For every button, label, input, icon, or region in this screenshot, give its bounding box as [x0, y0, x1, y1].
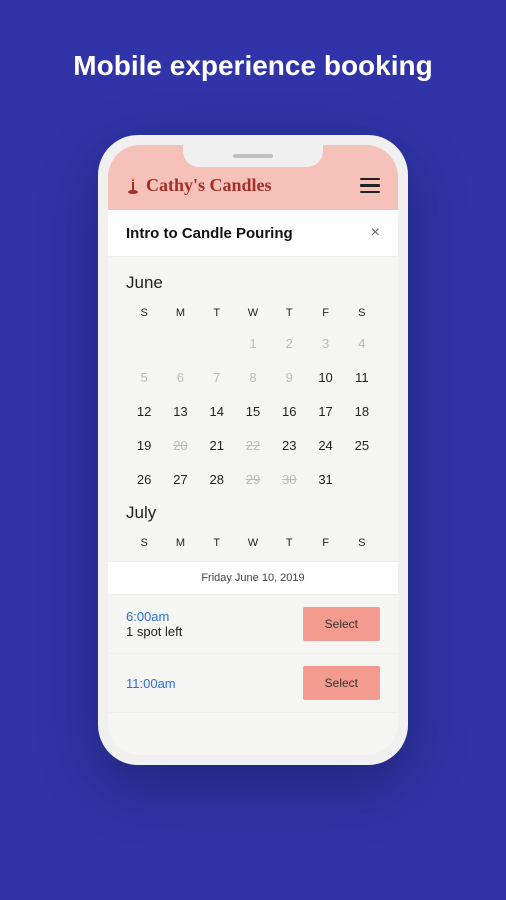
calendar-day[interactable]: 5 [126, 365, 162, 389]
calendar-day[interactable]: 19 [126, 433, 162, 457]
calendar-day[interactable]: 25 [344, 433, 380, 457]
brand-logo[interactable]: Cathy's Candles [126, 175, 272, 196]
calendar-day[interactable]: 4 [344, 331, 380, 355]
calendar-day[interactable]: 26 [126, 467, 162, 491]
day-of-week-label: W [235, 537, 271, 549]
calendar-day[interactable]: 21 [199, 433, 235, 457]
calendar-day[interactable]: 6 [162, 365, 198, 389]
selected-date-banner: Friday June 10, 2019 [108, 561, 398, 595]
slot-time: 6:00am [126, 609, 182, 624]
close-icon[interactable]: × [371, 224, 380, 242]
calendar-day[interactable]: 23 [271, 433, 307, 457]
calendar-day[interactable]: 14 [199, 399, 235, 423]
calendar-week: 1234 [126, 331, 380, 355]
day-of-week-label: S [126, 307, 162, 319]
month-label-june: June [126, 273, 380, 293]
calendar-day[interactable]: 27 [162, 467, 198, 491]
calendar-day[interactable]: 24 [307, 433, 343, 457]
calendar-july: SMTWTFS [126, 537, 380, 549]
calendar-day[interactable]: 12 [126, 399, 162, 423]
page-title: Mobile experience booking [0, 0, 506, 82]
slot-info: 11:00am [126, 676, 176, 691]
time-slot: 11:00am Select [108, 654, 398, 713]
day-of-week-header: SMTWTFS [126, 307, 380, 319]
calendar-day [162, 331, 198, 355]
calendar-day[interactable]: 28 [199, 467, 235, 491]
day-of-week-label: S [344, 537, 380, 549]
calendar-day[interactable]: 9 [271, 365, 307, 389]
calendar-day[interactable]: 10 [307, 365, 343, 389]
day-of-week-label: T [271, 537, 307, 549]
calendar-week: 19202122232425 [126, 433, 380, 457]
slot-availability: 1 spot left [126, 624, 182, 639]
calendar-day[interactable]: 29 [235, 467, 271, 491]
select-button[interactable]: Select [303, 666, 380, 700]
month-label-july: July [126, 503, 380, 523]
calendar-day [344, 467, 380, 491]
calendar-day [199, 331, 235, 355]
phone-mockup: Cathy's Candles Intro to Candle Pouring … [98, 135, 408, 765]
calendar-day[interactable]: 17 [307, 399, 343, 423]
phone-screen: Cathy's Candles Intro to Candle Pouring … [108, 145, 398, 755]
phone-notch [183, 145, 323, 167]
calendar-day[interactable]: 11 [344, 365, 380, 389]
day-of-week-label: T [271, 307, 307, 319]
calendar-day[interactable]: 1 [235, 331, 271, 355]
calendar-day[interactable]: 2 [271, 331, 307, 355]
menu-icon[interactable] [360, 178, 380, 194]
calendar-day [126, 331, 162, 355]
brand-name: Cathy's Candles [146, 175, 272, 196]
calendar-day[interactable]: 30 [271, 467, 307, 491]
day-of-week-label: T [199, 307, 235, 319]
slot-time: 11:00am [126, 676, 176, 691]
calendar-june: SMTWTFS 12345678910111213141516171819202… [126, 307, 380, 491]
day-of-week-label: S [126, 537, 162, 549]
calendar-day[interactable]: 15 [235, 399, 271, 423]
calendar-day[interactable]: 18 [344, 399, 380, 423]
slot-info: 6:00am1 spot left [126, 609, 182, 639]
day-of-week-label: F [307, 537, 343, 549]
calendar-week: 262728293031 [126, 467, 380, 491]
calendar-day[interactable]: 31 [307, 467, 343, 491]
calendar-week: 567891011 [126, 365, 380, 389]
select-button[interactable]: Select [303, 607, 380, 641]
calendar-day[interactable]: 22 [235, 433, 271, 457]
day-of-week-label: T [199, 537, 235, 549]
day-of-week-label: M [162, 307, 198, 319]
day-of-week-header: SMTWTFS [126, 537, 380, 549]
day-of-week-label: S [344, 307, 380, 319]
calendar-day[interactable]: 16 [271, 399, 307, 423]
calendar-day[interactable]: 3 [307, 331, 343, 355]
calendar-day[interactable]: 13 [162, 399, 198, 423]
calendar-day[interactable]: 8 [235, 365, 271, 389]
experience-title: Intro to Candle Pouring [126, 225, 293, 242]
candle-icon [126, 178, 140, 194]
day-of-week-label: W [235, 307, 271, 319]
calendar-day[interactable]: 20 [162, 433, 198, 457]
calendar-day[interactable]: 7 [199, 365, 235, 389]
booking-content: June SMTWTFS 123456789101112131415161718… [108, 257, 398, 713]
day-of-week-label: M [162, 537, 198, 549]
title-bar: Intro to Candle Pouring × [108, 210, 398, 257]
day-of-week-label: F [307, 307, 343, 319]
time-slot: 6:00am1 spot left Select [108, 595, 398, 654]
calendar-week: 12131415161718 [126, 399, 380, 423]
